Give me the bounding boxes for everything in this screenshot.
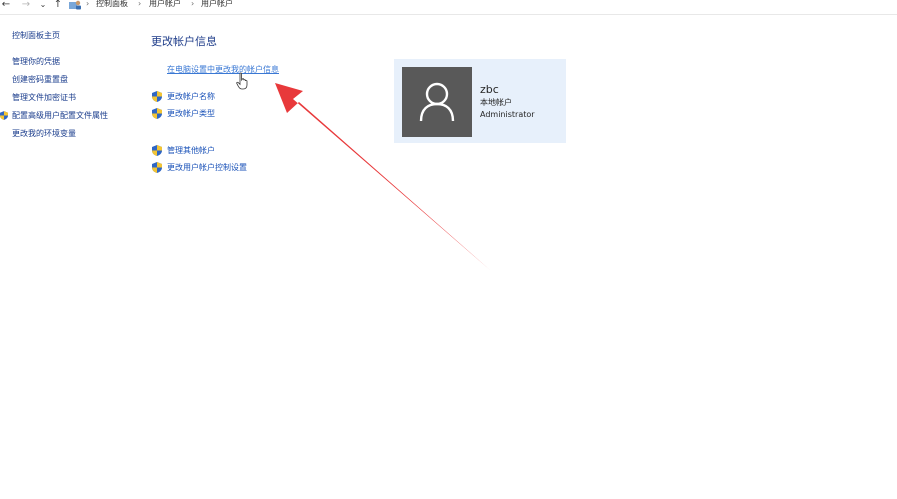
hand-cursor-icon — [236, 72, 248, 90]
shield-icon — [152, 108, 162, 119]
sidebar-item-environment-variables[interactable]: 更改我的环境变量 — [12, 129, 76, 139]
shield-icon — [0, 111, 8, 120]
avatar — [402, 67, 472, 137]
recent-locations-button[interactable]: ⌄ — [37, 0, 49, 11]
account-type: 本地帐户 — [480, 98, 512, 107]
breadcrumb-separator: › — [86, 0, 90, 8]
breadcrumb-separator: › — [191, 0, 195, 8]
user-icon — [419, 82, 455, 122]
change-account-in-pc-settings-link[interactable]: 在电脑设置中更改我的帐户信息 — [167, 65, 279, 75]
change-account-type-link[interactable]: 更改帐户类型 — [167, 109, 215, 119]
sidebar-item-advanced-profile-properties[interactable]: 配置高级用户配置文件属性 — [12, 111, 108, 121]
account-card: zbc 本地帐户 Administrator — [394, 59, 566, 143]
back-button[interactable]: ← — [0, 0, 12, 11]
address-bar: ← → ⌄ ↑ › 控制面板 › 用户帐户 › 用户帐户 — [0, 0, 897, 15]
page-title: 更改帐户信息 — [151, 35, 217, 48]
shield-icon — [152, 91, 162, 102]
user-accounts-icon — [69, 0, 81, 10]
breadcrumb-user-accounts[interactable]: 用户帐户 — [149, 0, 181, 9]
breadcrumb-control-panel[interactable]: 控制面板 — [96, 0, 128, 9]
shield-icon — [152, 162, 162, 173]
sidebar-item-password-reset-disk[interactable]: 创建密码重置盘 — [12, 75, 68, 85]
sidebar-item-control-panel-home[interactable]: 控制面板主页 — [12, 31, 60, 41]
change-account-name-link[interactable]: 更改帐户名称 — [167, 92, 215, 102]
change-uac-settings-link[interactable]: 更改用户帐户控制设置 — [167, 163, 247, 173]
manage-other-accounts-link[interactable]: 管理其他帐户 — [167, 146, 215, 156]
account-role: Administrator — [480, 110, 535, 119]
account-name: zbc — [480, 83, 499, 96]
up-button[interactable]: ↑ — [52, 0, 64, 11]
forward-button[interactable]: → — [20, 0, 32, 11]
breadcrumb-separator: › — [138, 0, 142, 8]
sidebar-item-manage-credentials[interactable]: 管理你的凭据 — [12, 57, 60, 67]
sidebar-item-file-encryption-certs[interactable]: 管理文件加密证书 — [12, 93, 76, 103]
breadcrumb-user-accounts-current[interactable]: 用户帐户 — [201, 0, 233, 9]
shield-icon — [152, 145, 162, 156]
